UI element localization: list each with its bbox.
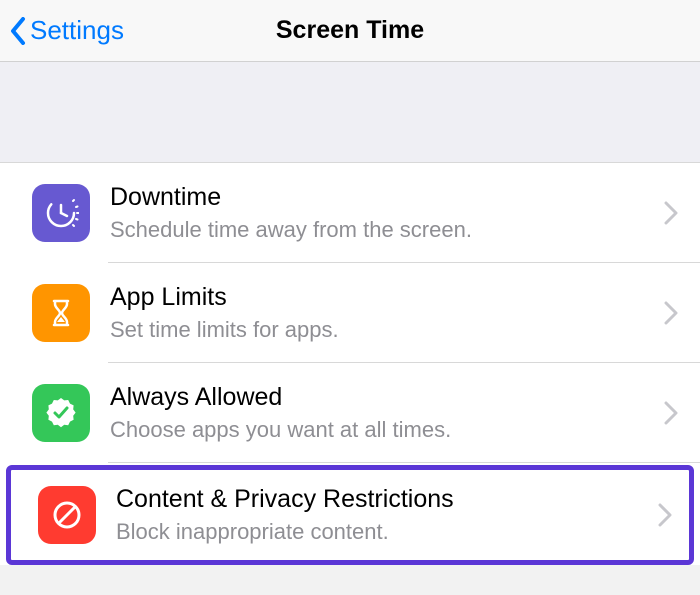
- chevron-right-icon: [664, 401, 678, 425]
- row-downtime[interactable]: Downtime Schedule time away from the scr…: [0, 163, 700, 263]
- back-button[interactable]: Settings: [10, 15, 124, 46]
- checkmark-seal-icon: [32, 384, 90, 442]
- row-always-allowed[interactable]: Always Allowed Choose apps you want at a…: [0, 363, 700, 463]
- page-title: Screen Time: [276, 16, 424, 45]
- row-title: Always Allowed: [110, 382, 652, 413]
- row-text: Always Allowed Choose apps you want at a…: [110, 382, 652, 445]
- row-text: Downtime Schedule time away from the scr…: [110, 182, 652, 245]
- row-content-privacy-restrictions[interactable]: Content & Privacy Restrictions Block ina…: [6, 465, 694, 565]
- row-title: Downtime: [110, 182, 652, 213]
- row-app-limits[interactable]: App Limits Set time limits for apps.: [0, 263, 700, 363]
- row-subtitle: Set time limits for apps.: [110, 316, 652, 345]
- row-title: Content & Privacy Restrictions: [116, 484, 646, 515]
- row-subtitle: Choose apps you want at all times.: [110, 416, 652, 445]
- chevron-right-icon: [664, 201, 678, 225]
- chevron-left-icon: [10, 17, 26, 45]
- navigation-bar: Settings Screen Time: [0, 0, 700, 62]
- no-entry-icon: [38, 486, 96, 544]
- hourglass-icon: [32, 284, 90, 342]
- settings-list: Downtime Schedule time away from the scr…: [0, 162, 700, 565]
- row-text: App Limits Set time limits for apps.: [110, 282, 652, 345]
- row-text: Content & Privacy Restrictions Block ina…: [116, 484, 646, 547]
- row-title: App Limits: [110, 282, 652, 313]
- row-subtitle: Schedule time away from the screen.: [110, 216, 652, 245]
- chevron-right-icon: [658, 503, 672, 527]
- downtime-icon: [32, 184, 90, 242]
- chevron-right-icon: [664, 301, 678, 325]
- row-subtitle: Block inappropriate content.: [116, 518, 646, 547]
- back-label: Settings: [30, 15, 124, 46]
- section-spacer: [0, 62, 700, 162]
